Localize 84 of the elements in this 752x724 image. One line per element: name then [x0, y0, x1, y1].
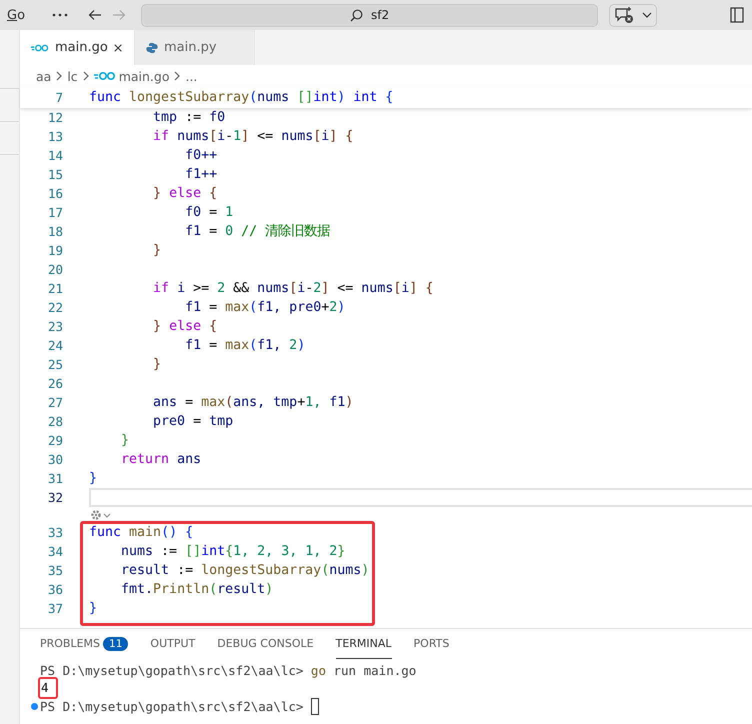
breadcrumb-item[interactable]: aa — [36, 68, 52, 84]
chat-icon — [614, 6, 634, 24]
line-number: 33 — [46, 525, 63, 540]
chevron-right-icon — [82, 71, 90, 81]
close-icon[interactable] — [114, 42, 122, 52]
code-line: } — [89, 471, 98, 486]
search-icon — [350, 8, 363, 22]
line-number: 35 — [46, 563, 63, 578]
back-arrow-icon[interactable] — [88, 9, 102, 21]
breadcrumb-item[interactable]: main.go — [94, 68, 170, 84]
code-line: f1 = 0 // 清除旧数据 — [184, 224, 330, 239]
line-number: 34 — [46, 544, 63, 559]
panel-tab[interactable]: PROBLEMS 11 — [40, 629, 128, 659]
code-line: f1 = max(f1, pre0+2) — [184, 300, 346, 315]
code-line: if nums[i-1] <= nums[i] { — [152, 129, 354, 144]
line-number: 37 — [46, 601, 63, 616]
panel-tab[interactable]: OUTPUT — [150, 629, 196, 659]
line-number: 28 — [46, 414, 63, 429]
line-number: 24 — [46, 338, 63, 353]
panel-tab[interactable]: DEBUG CONSOLE — [217, 629, 314, 659]
code-line: } — [152, 357, 162, 372]
chevron-down-icon[interactable] — [103, 512, 111, 518]
code-line: } else { — [152, 186, 218, 201]
line-number: 16 — [46, 186, 63, 201]
highlighted-output: 4 — [38, 677, 58, 699]
panel-tab[interactable]: PORTS — [414, 629, 450, 659]
code-line: fmt.Println(result) — [120, 582, 274, 597]
code-line: tmp := f0 — [152, 110, 226, 125]
line-number: 19 — [46, 243, 63, 258]
panel-tab[interactable]: TERMINAL — [336, 629, 392, 659]
code-line: if i >= 2 && nums[i-2] <= nums[i] { — [152, 281, 434, 296]
line-number: 27 — [46, 395, 63, 410]
line-number: 13 — [46, 129, 63, 144]
terminal-line: PS D:\mysetup\gopath\src\sf2\aa\lc> go run main.go — [40, 662, 416, 678]
chevron-right-icon — [55, 71, 64, 81]
line-number: 15 — [46, 167, 63, 182]
file-type-icon — [94, 71, 116, 81]
editor-tab[interactable]: main.py — [135, 30, 255, 65]
line-number: 23 — [46, 319, 63, 334]
editor-tab[interactable]: main.go — [20, 30, 135, 65]
code-line: result := longestSubarray(nums) — [120, 563, 370, 578]
layout-icon[interactable] — [730, 7, 744, 23]
code-line: ans = max(ans, tmp+1, f1) — [152, 395, 354, 410]
line-number: 30 — [46, 452, 63, 467]
code-line: pre0 = tmp — [152, 414, 234, 429]
line-number: 21 — [46, 281, 63, 296]
code-line: func longestSubarray(nums []int) int { — [89, 89, 394, 107]
line-number: 25 — [46, 357, 63, 372]
line-number: 31 — [46, 471, 63, 486]
count-badge: 11 — [103, 636, 128, 650]
line-number: 22 — [46, 300, 63, 315]
breadcrumb-item[interactable]: ... — [185, 68, 198, 84]
code-line: f0 = 1 — [184, 205, 234, 220]
line-number: 20 — [46, 262, 63, 277]
file-type-icon — [146, 42, 158, 54]
menu-item[interactable]: Go — [7, 8, 26, 22]
line-number: 18 — [46, 224, 63, 239]
terminal-line: PS D:\mysetup\gopath\src\sf2\aa\lc> — [40, 698, 304, 714]
breadcrumb-item[interactable]: lc — [67, 68, 78, 84]
more-icon[interactable] — [52, 13, 68, 17]
line-number: 7 — [54, 90, 63, 105]
line-number: 32 — [46, 490, 63, 505]
line-number: 17 — [46, 205, 63, 220]
line-number: 26 — [46, 376, 63, 391]
line-number: 12 — [46, 110, 63, 125]
search-field[interactable]: sf2 — [141, 4, 598, 26]
line-number: 29 — [46, 433, 63, 448]
gear-icon[interactable] — [90, 509, 102, 521]
code-line: return ans — [120, 452, 202, 467]
chevron-right-icon — [173, 71, 182, 81]
code-line: f1++ — [184, 167, 218, 182]
chevron-down-icon — [642, 12, 652, 18]
code-line: } else { — [152, 319, 218, 334]
code-line: } — [152, 243, 162, 258]
code-line: f0++ — [184, 148, 218, 163]
code-line: nums := []int{1, 2, 3, 1, 2} — [120, 544, 346, 559]
line-number: 36 — [46, 582, 63, 597]
chat-button[interactable] — [609, 4, 658, 26]
file-type-icon — [31, 42, 49, 52]
code-line: f1 = max(f1, 2) — [184, 338, 306, 353]
code-line: } — [89, 601, 98, 616]
code-line: } — [120, 433, 130, 448]
code-line: func main() { — [89, 525, 194, 540]
line-number: 14 — [46, 148, 63, 163]
